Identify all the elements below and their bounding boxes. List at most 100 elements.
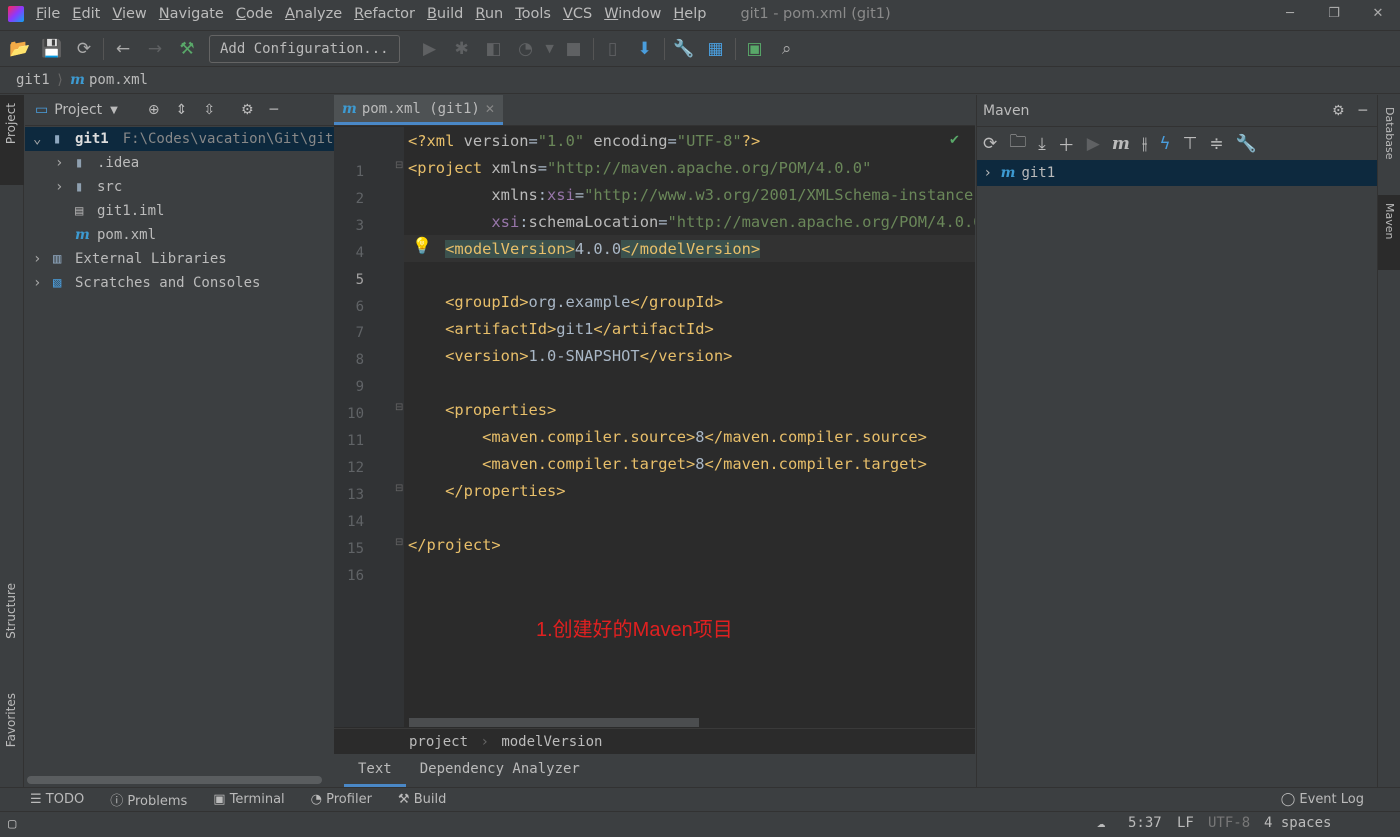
- execute-goal-icon[interactable]: m: [1112, 134, 1130, 154]
- save-icon[interactable]: 💾: [36, 39, 68, 59]
- fold-icon[interactable]: ⊟: [395, 483, 403, 494]
- breadcrumb-project[interactable]: git1: [16, 72, 50, 88]
- plus-icon[interactable]: ＋: [1058, 131, 1075, 156]
- horizontal-scrollbar[interactable]: [27, 776, 322, 784]
- code-line[interactable]: </project>: [408, 536, 501, 554]
- indent-setting[interactable]: 4 spaces: [1264, 815, 1331, 831]
- dependencies-download-icon[interactable]: ⬇: [629, 39, 661, 59]
- code-line[interactable]: </properties>: [408, 482, 565, 500]
- tree-item[interactable]: › ▧ Scratches and Consoles: [25, 271, 334, 295]
- code-line[interactable]: xsi:schemaLocation="http://maven.apache.…: [408, 213, 975, 231]
- reload-icon[interactable]: ⟳: [983, 134, 997, 154]
- menu-run[interactable]: Run: [475, 6, 503, 22]
- gear-icon[interactable]: ⚙: [241, 102, 254, 118]
- menu-edit[interactable]: Edit: [72, 6, 100, 22]
- profile-icon[interactable]: ◔: [510, 39, 542, 59]
- add-folder-icon[interactable]: 🗀: [1009, 129, 1026, 158]
- run-icon[interactable]: ▶: [1087, 134, 1100, 154]
- chevron-down-icon[interactable]: ⌄: [33, 127, 53, 151]
- tool-build[interactable]: ⚒ Build: [398, 792, 446, 807]
- help-cloud-icon[interactable]: ☁: [1097, 815, 1105, 831]
- minimize-button[interactable]: ─: [1268, 0, 1312, 27]
- menu-navigate[interactable]: Navigate: [159, 6, 224, 22]
- menu-view[interactable]: View: [112, 6, 146, 22]
- crumb-project[interactable]: project: [409, 734, 468, 750]
- code-line[interactable]: <artifactId>git1</artifactId>: [408, 320, 714, 338]
- chevron-right-icon[interactable]: ›: [33, 271, 53, 295]
- wrench-icon[interactable]: 🔧: [1236, 134, 1257, 154]
- open-icon[interactable]: 📂: [4, 39, 36, 59]
- code-line[interactable]: xmlns:xsi="http://www.w3.org/2001/XMLSch…: [408, 186, 975, 204]
- tree-item[interactable]: ⌄ ▮ git1 F:\Codes\vacation\Git\git1: [25, 127, 334, 151]
- skip-tests-icon[interactable]: ϟ: [1159, 134, 1170, 154]
- line-separator[interactable]: LF: [1177, 815, 1194, 831]
- caret-position[interactable]: 5:37: [1128, 815, 1162, 831]
- wrench-icon[interactable]: 🔧: [668, 39, 700, 59]
- tree-item[interactable]: › ▮ src: [25, 175, 334, 199]
- no-problems-check-icon[interactable]: ✔: [949, 133, 960, 148]
- crumb-modelversion[interactable]: modelVersion: [501, 734, 602, 750]
- chevron-down-icon[interactable]: ▼: [110, 105, 118, 116]
- chevron-right-icon[interactable]: ›: [33, 247, 53, 271]
- code-line[interactable]: <modelVersion>4.0.0</modelVersion>: [408, 239, 761, 258]
- code-line[interactable]: <groupId>org.example</groupId>: [408, 293, 723, 311]
- device-icon[interactable]: ▯: [597, 39, 629, 59]
- menu-file[interactable]: File: [36, 6, 60, 22]
- debug-icon[interactable]: ✱: [446, 39, 478, 59]
- search-icon[interactable]: ⌕: [771, 39, 803, 59]
- back-icon[interactable]: ←: [107, 39, 139, 59]
- gear-icon[interactable]: ⚙: [1332, 103, 1345, 119]
- expand-all-icon[interactable]: ⇕: [176, 102, 188, 118]
- close-button[interactable]: ✕: [1356, 0, 1400, 27]
- fold-icon[interactable]: ⊟: [395, 537, 403, 548]
- stop-icon[interactable]: ■: [558, 39, 590, 59]
- forward-icon[interactable]: →: [139, 39, 171, 59]
- hide-icon[interactable]: ─: [270, 102, 278, 118]
- tool-profiler[interactable]: ◔ Profiler: [311, 792, 372, 807]
- chevron-right-icon[interactable]: ›: [985, 165, 991, 181]
- restore-button[interactable]: ❐: [1312, 0, 1356, 27]
- collapse-all-icon[interactable]: ⇳: [203, 102, 215, 118]
- tab-dependency-analyzer[interactable]: Dependency Analyzer: [406, 754, 594, 787]
- download-icon[interactable]: ⤓: [1038, 134, 1046, 154]
- menu-tools[interactable]: Tools: [515, 6, 551, 22]
- event-log-button[interactable]: ◯ Event Log: [1281, 792, 1364, 807]
- menu-code[interactable]: Code: [236, 6, 273, 22]
- close-tab-icon[interactable]: ✕: [485, 102, 495, 116]
- show-dependencies-icon[interactable]: ⊤: [1183, 134, 1198, 154]
- code-line[interactable]: <maven.compiler.source>8</maven.compiler…: [408, 428, 927, 446]
- code-line[interactable]: <project xmlns="http://maven.apache.org/…: [408, 159, 871, 177]
- lightbulb-icon[interactable]: 💡: [412, 236, 432, 255]
- coverage-icon[interactable]: ◧: [478, 39, 510, 59]
- maven-tree-item[interactable]: › m git1: [977, 160, 1377, 186]
- collapse-all-icon[interactable]: ≑: [1209, 134, 1223, 154]
- toggle-offline-icon[interactable]: ⫲: [1142, 134, 1148, 154]
- build-hammer-icon[interactable]: ⚒: [171, 39, 203, 59]
- code-line[interactable]: <properties>: [408, 401, 556, 419]
- fold-icon[interactable]: ⊟: [395, 402, 403, 413]
- menu-refactor[interactable]: Refactor: [354, 6, 415, 22]
- locate-icon[interactable]: ⊕: [148, 102, 160, 118]
- tab-pom-xml[interactable]: m pom.xml (git1) ✕: [334, 95, 503, 125]
- menu-build[interactable]: Build: [427, 6, 463, 22]
- add-configuration-button[interactable]: Add Configuration...: [209, 34, 400, 63]
- sync-icon[interactable]: ⟳: [68, 39, 100, 59]
- code-line[interactable]: <?xml version="1.0" encoding="UTF-8"?>: [408, 132, 760, 150]
- menu-analyze[interactable]: Analyze: [285, 6, 342, 22]
- toggle-tool-windows-icon[interactable]: ▢: [8, 816, 16, 832]
- menu-vcs[interactable]: VCS: [563, 6, 592, 22]
- fold-icon[interactable]: ⊟: [395, 160, 403, 171]
- tree-item[interactable]: ▤ git1.iml: [25, 199, 334, 223]
- hide-icon[interactable]: ─: [1359, 103, 1367, 119]
- chevron-right-icon[interactable]: ›: [55, 151, 75, 175]
- project-view-selector[interactable]: Project: [54, 102, 102, 118]
- tool-window-project[interactable]: Project: [0, 95, 24, 185]
- tool-todo[interactable]: ☰ TODO: [30, 792, 84, 807]
- tree-item[interactable]: › ▮ .idea: [25, 151, 334, 175]
- file-encoding[interactable]: UTF-8: [1208, 815, 1250, 831]
- menu-help[interactable]: Help: [673, 6, 706, 22]
- run-icon[interactable]: ▶: [414, 39, 446, 59]
- chevron-down-icon[interactable]: ▼: [542, 42, 558, 55]
- breadcrumb-file[interactable]: pom.xml: [89, 72, 148, 88]
- tree-item[interactable]: › ▥ External Libraries: [25, 247, 334, 271]
